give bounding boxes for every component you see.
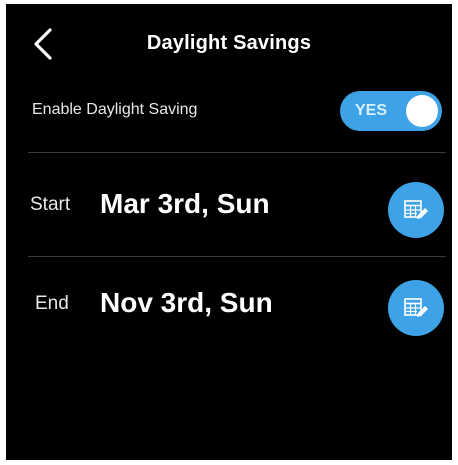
toggle-state-text: YES bbox=[355, 102, 388, 119]
calendar-edit-icon bbox=[404, 200, 428, 219]
end-label: End bbox=[35, 293, 69, 314]
enable-daylight-saving-label: Enable Daylight Saving bbox=[32, 101, 198, 118]
start-date-value: Mar 3rd, Sun bbox=[100, 188, 270, 219]
start-date-row: Start Mar 3rd, Sun bbox=[6, 164, 452, 254]
end-date-value: Nov 3rd, Sun bbox=[100, 287, 273, 318]
divider bbox=[28, 152, 446, 153]
daylight-savings-screen: Daylight Savings Enable Daylight Saving … bbox=[6, 4, 452, 460]
start-label: Start bbox=[30, 194, 71, 215]
header: Daylight Savings bbox=[6, 4, 452, 84]
enable-daylight-saving-row: Enable Daylight Saving YES bbox=[6, 86, 452, 136]
toggle-knob bbox=[406, 95, 438, 127]
start-edit-button[interactable] bbox=[388, 182, 444, 238]
end-edit-button[interactable] bbox=[388, 280, 444, 336]
end-date-row: End Nov 3rd, Sun bbox=[6, 260, 452, 350]
divider bbox=[28, 256, 446, 257]
calendar-edit-icon bbox=[404, 298, 428, 317]
daylight-saving-toggle[interactable]: YES bbox=[340, 91, 442, 131]
page-title: Daylight Savings bbox=[146, 32, 312, 54]
